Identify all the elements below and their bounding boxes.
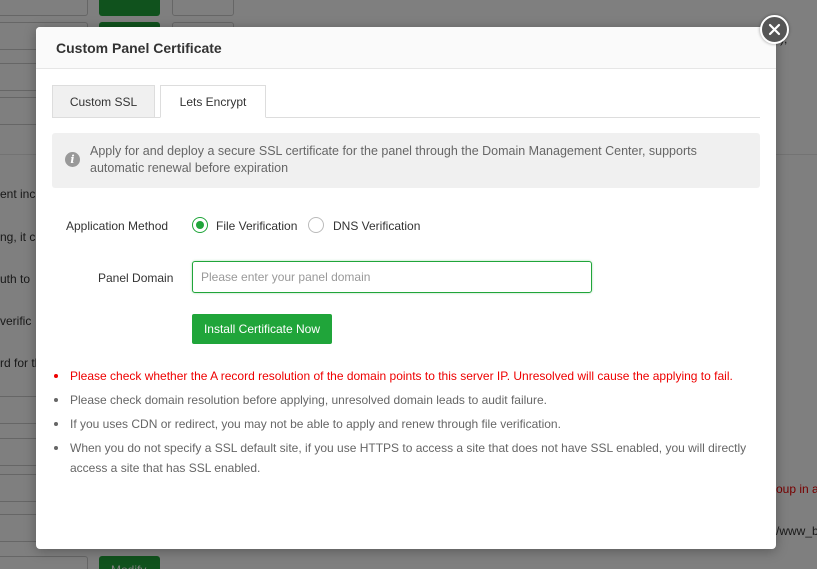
close-button[interactable]: [760, 15, 789, 44]
application-method-label: Application Method: [66, 219, 169, 233]
close-icon: [768, 23, 781, 36]
dns-verification-radio[interactable]: [308, 217, 324, 233]
tab-lets-encrypt[interactable]: Lets Encrypt: [160, 85, 266, 118]
note-item: When you do not specify a SSL default si…: [52, 439, 752, 478]
dialog-title: Custom Panel Certificate: [56, 40, 222, 56]
certificate-dialog: Custom Panel Certificate Custom SSL Lets…: [36, 27, 776, 549]
info-text: Apply for and deploy a secure SSL certif…: [90, 144, 697, 175]
notes-list: Please check whether the A record resolu…: [52, 367, 752, 483]
info-icon: i: [65, 152, 80, 167]
panel-domain-input[interactable]: [192, 261, 592, 293]
note-item: If you uses CDN or redirect, you may not…: [52, 415, 752, 435]
file-verification-radio[interactable]: [192, 217, 208, 233]
note-item: Please check domain resolution before ap…: [52, 391, 752, 411]
tab-custom-ssl[interactable]: Custom SSL: [52, 85, 155, 118]
warning-note: Please check whether the A record resolu…: [52, 367, 752, 387]
dns-verification-label[interactable]: DNS Verification: [333, 219, 420, 233]
install-certificate-button[interactable]: Install Certificate Now: [192, 314, 332, 344]
panel-domain-label: Panel Domain: [98, 271, 174, 285]
file-verification-label[interactable]: File Verification: [216, 219, 297, 233]
tab-bar: Custom SSL Lets Encrypt: [52, 85, 760, 118]
info-box: i Apply for and deploy a secure SSL cert…: [52, 133, 760, 188]
dialog-header: Custom Panel Certificate: [36, 27, 776, 69]
